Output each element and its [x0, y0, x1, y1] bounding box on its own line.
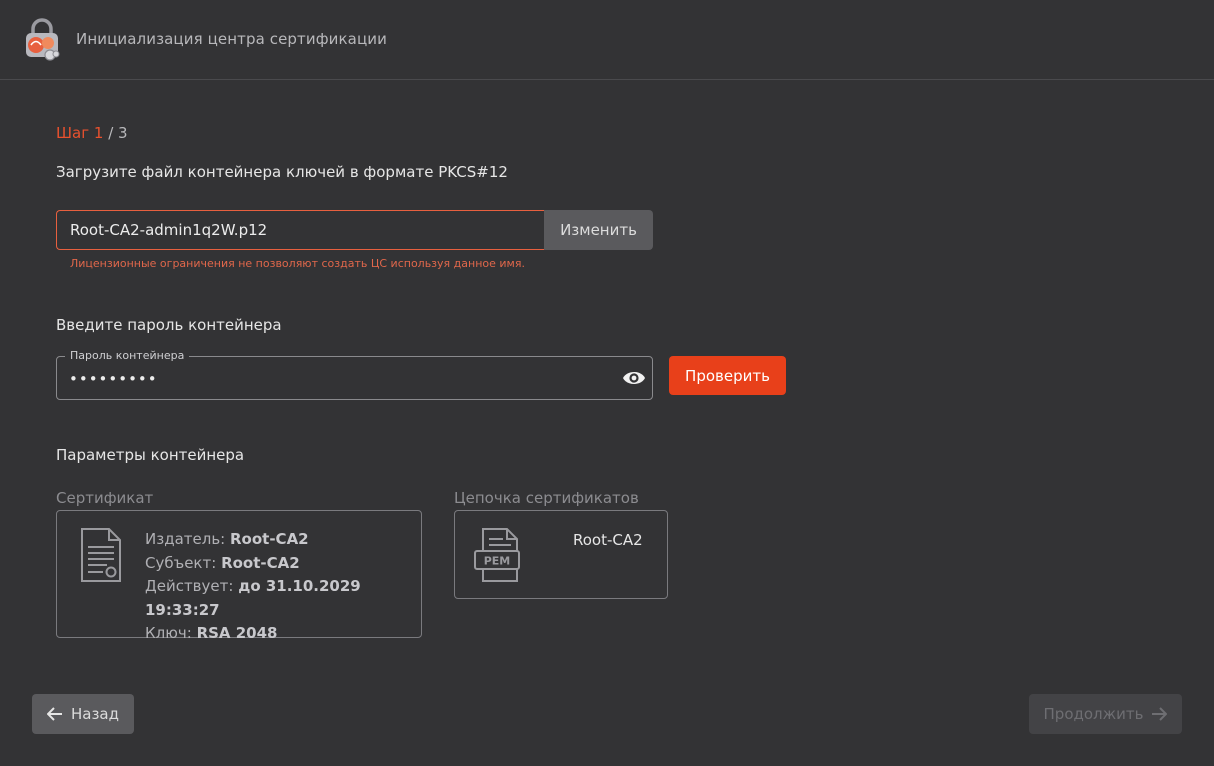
cert-subject-value: Root-CA2: [221, 553, 300, 572]
file-name: Root-CA2-admin1q2W.p12: [70, 221, 268, 239]
continue-button-label: Продолжить: [1043, 705, 1144, 723]
back-button[interactable]: Назад: [32, 694, 134, 734]
cert-key-value: RSA 2048: [196, 624, 278, 642]
cert-key-key: Ключ:: [145, 624, 192, 642]
password-heading: Введите пароль контейнера: [56, 316, 282, 334]
cert-valid-key: Действует:: [145, 577, 234, 595]
certificate-details: Издатель: Root-CA2 Субъект: Root-CA2 Дей…: [145, 528, 421, 646]
certificate-document-icon: [81, 528, 121, 582]
pem-icon-text: PEM: [484, 555, 511, 568]
app-title: Инициализация центра сертификации: [76, 30, 387, 48]
step-current: Шаг 1: [56, 124, 104, 142]
pem-file-icon: PEM: [474, 528, 520, 582]
step-total: / 3: [108, 124, 128, 142]
step-indicator: Шаг 1 / 3: [56, 124, 128, 142]
chain-label: Цепочка сертификатов: [454, 489, 639, 507]
password-field-label: Пароль контейнера: [65, 349, 190, 362]
change-file-button[interactable]: Изменить: [544, 210, 653, 250]
chain-item: Root-CA2: [573, 531, 643, 549]
params-heading: Параметры контейнера: [56, 446, 245, 464]
password-value[interactable]: •••••••••: [69, 370, 158, 388]
certificate-chain-card: PEM Root-CA2: [454, 510, 668, 599]
container-password-field[interactable]: Пароль контейнера •••••••••: [56, 349, 653, 400]
key-container-file-field[interactable]: Root-CA2-admin1q2W.p12: [56, 210, 544, 250]
arrow-left-icon: [46, 707, 62, 721]
cert-subject-row: Субъект: Root-CA2: [145, 552, 421, 576]
cert-key-row: Ключ: RSA 2048: [145, 622, 421, 646]
continue-button[interactable]: Продолжить: [1029, 694, 1182, 734]
arrow-right-icon: [1152, 707, 1168, 721]
certificate-card: Издатель: Root-CA2 Субъект: Root-CA2 Дей…: [56, 510, 422, 642]
eye-icon[interactable]: [622, 367, 646, 389]
lock-shield-logo-icon: [26, 18, 60, 61]
cert-issuer-key: Издатель:: [145, 530, 226, 548]
cert-issuer-value: Root-CA2: [230, 530, 309, 548]
upload-heading: Загрузите файл контейнера ключей в форма…: [56, 163, 508, 181]
verify-button[interactable]: Проверить: [669, 356, 786, 395]
back-button-label: Назад: [70, 705, 119, 723]
license-error-message: Лицензионные ограничения не позволяют со…: [70, 257, 525, 270]
app-header: Инициализация центра сертификации: [0, 0, 1214, 80]
cert-valid-row: Действует: до 31.10.2029 19:33:27: [145, 575, 421, 622]
cert-subject-key: Субъект:: [145, 553, 217, 572]
certificate-label: Сертификат: [56, 489, 154, 507]
cert-issuer-row: Издатель: Root-CA2: [145, 528, 421, 552]
